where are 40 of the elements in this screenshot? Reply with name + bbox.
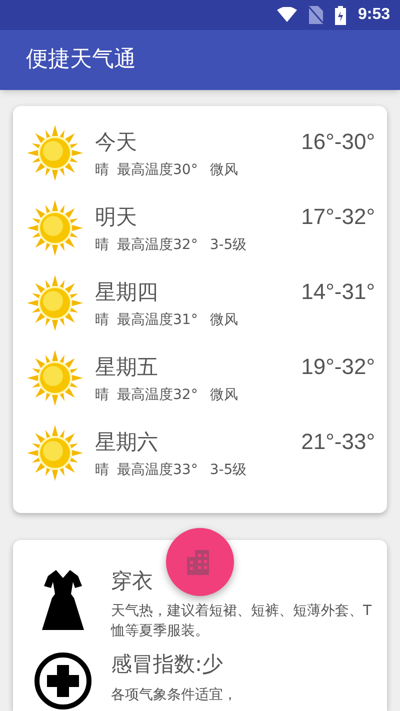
temperature-range: 17°-32° [301,202,375,231]
wind-level: 微风 [210,161,238,180]
wind-level: 微风 [210,311,238,330]
high-temperature: 最高温度32° [117,236,198,256]
wind-level: 3-5级 [210,236,247,256]
no-sim-icon [308,6,323,24]
temperature-range: 14°-31° [301,278,375,306]
wind-level: 3-5级 [210,461,247,480]
day-name: 星期五 [95,354,158,381]
day-name: 今天 [95,128,137,156]
high-temperature: 最高温度33° [117,461,198,480]
index-description: 各项气象条件适宜， [111,686,238,704]
battery-charging-icon [334,6,346,25]
day-name: 星期六 [95,428,158,456]
temperature-range: 16°-30° [301,128,375,156]
day-name: 星期四 [95,278,158,306]
temperature-range: 21°-33° [301,428,375,456]
sun-icon [27,125,83,181]
medical-cross-icon [33,651,93,711]
sun-icon [27,425,83,481]
day-name: 明天 [95,204,137,231]
sun-icon [27,275,83,331]
high-temperature: 最高温度32° [117,386,198,406]
high-temperature: 最高温度31° [117,311,198,330]
temperature-range: 19°-32° [301,352,375,381]
wifi-icon [276,7,297,24]
status-time: 9:53 [358,5,390,26]
high-temperature: 最高温度30° [117,161,198,180]
weather-condition: 晴 [95,386,109,406]
sun-icon [27,200,83,256]
index-title: 穿衣 [111,568,153,594]
wind-level: 微风 [210,386,238,406]
sun-icon [27,350,83,406]
weather-condition: 晴 [95,236,109,256]
index-description: 天气热，建议着短裙、短裤、短薄外套、T恤等夏季服装。 [111,602,373,641]
index-title: 感冒指数:少 [111,651,224,678]
weather-condition: 晴 [95,161,109,180]
weather-condition: 晴 [95,311,109,330]
app-title: 便捷天气通 [26,46,136,74]
weather-condition: 晴 [95,461,109,480]
